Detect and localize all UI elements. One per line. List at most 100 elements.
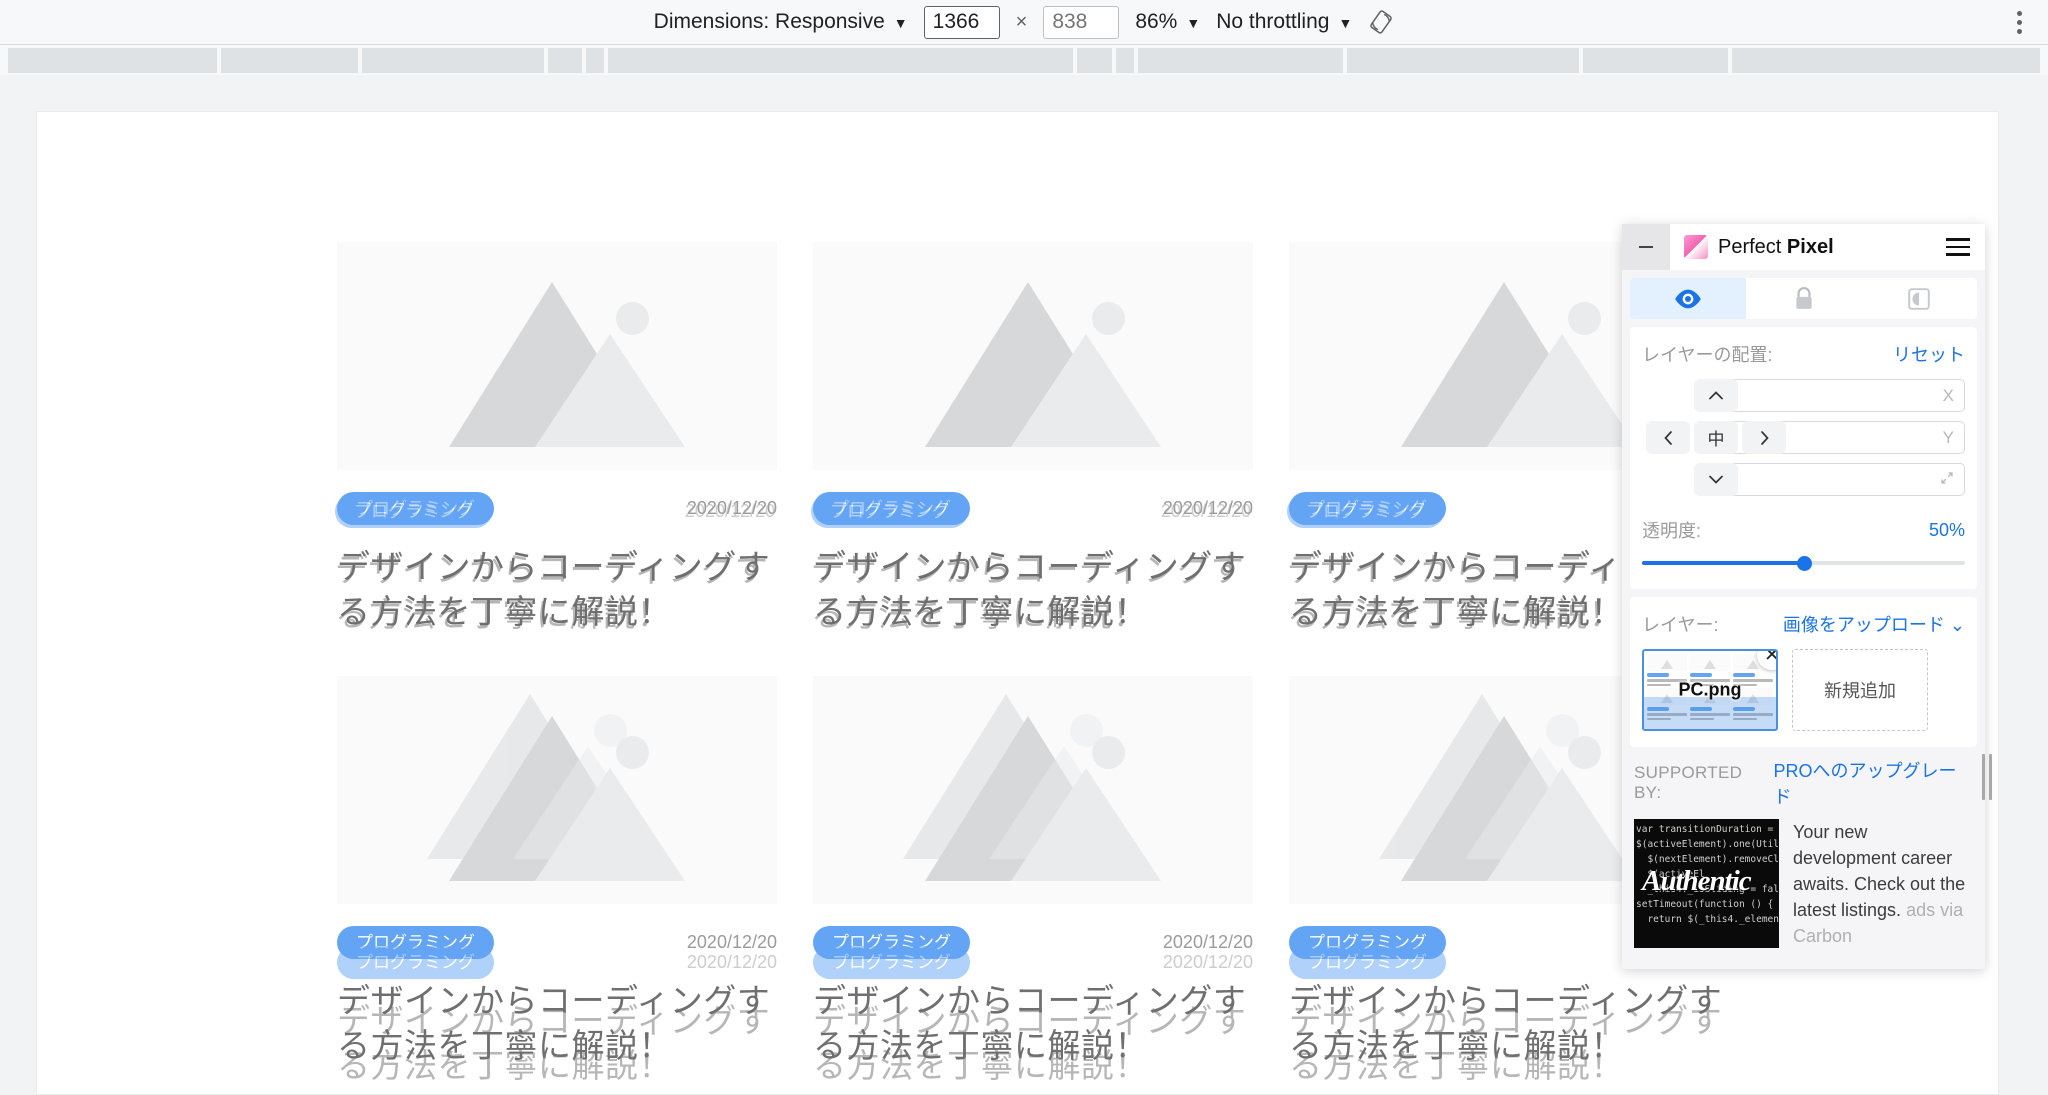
zoom-label: 86%	[1135, 10, 1178, 33]
device-viewport: プログラミング 2020/12/20 デザインからコーディングする方法を丁寧に解…	[0, 78, 2048, 1095]
card-title[interactable]: デザインからコーディングする方法を丁寧に解説！	[813, 545, 1253, 634]
panel-resize-grip[interactable]	[1982, 754, 1992, 800]
card-title[interactable]: デザインからコーディングする方法を丁寧に解説！	[337, 545, 777, 634]
panel-title-light: Perfect	[1718, 235, 1787, 258]
publish-date: 2020/12/20	[686, 498, 777, 518]
panel-tabs	[1630, 278, 1977, 319]
publish-date: 2020/12/20	[1162, 498, 1253, 518]
upload-image-button[interactable]: 画像をアップロード ⌄	[1783, 611, 1965, 637]
card-thumbnail	[337, 242, 777, 470]
throttling-dropdown[interactable]: No throttling ▼	[1216, 10, 1352, 34]
more-vertical-icon[interactable]	[2011, 5, 2028, 40]
category-tag[interactable]: プログラミング	[337, 926, 494, 960]
category-tag[interactable]: プログラミング	[813, 926, 970, 960]
sun-icon	[1568, 302, 1601, 335]
move-down-button[interactable]	[1694, 463, 1738, 496]
sun-icon	[1568, 736, 1601, 770]
layers-list: PC.png ✕ 新規追加	[1642, 649, 1965, 731]
upgrade-pro-link[interactable]: PROへのアップグレード	[1774, 757, 1973, 809]
category-tag[interactable]: プログラミング	[337, 492, 494, 525]
panel-title: Perfect Pixel	[1718, 236, 1834, 259]
sun-icon	[1092, 302, 1125, 335]
hamburger-menu-icon[interactable]	[1937, 238, 1985, 256]
category-tag[interactable]: プログラミング	[1289, 492, 1446, 525]
x-label: X	[1942, 385, 1954, 405]
move-left-button[interactable]	[1646, 421, 1690, 454]
article-card[interactable]: プログラミング 2020/12/20 デザインからコーディングする方法を丁寧に解…	[337, 676, 777, 1084]
tab-visibility[interactable]	[1630, 278, 1746, 319]
card-thumbnail	[813, 676, 1253, 905]
ruler-segment	[8, 48, 217, 73]
viewport-width-input[interactable]	[923, 5, 1000, 39]
reset-button[interactable]: リセット	[1893, 341, 1965, 367]
chevron-down-icon: ⌄	[1949, 615, 1965, 635]
mountain-small-icon	[1487, 334, 1637, 447]
ruler-segment	[586, 48, 604, 73]
mountain-small-icon	[535, 334, 685, 447]
layer-item[interactable]: PC.png ✕	[1642, 649, 1778, 731]
opacity-label: 透明度:	[1642, 521, 1702, 541]
add-layer-button[interactable]: 新規追加	[1792, 649, 1928, 731]
ruler-segment	[1583, 48, 1728, 73]
code-line: $(nextElement).removeClass	[1647, 854, 1779, 865]
throttling-label: No throttling	[1216, 10, 1330, 33]
ruler-segment	[608, 48, 1073, 73]
zoom-dropdown[interactable]: 86% ▼	[1135, 10, 1200, 34]
card-meta: プログラミング 2020/12/20	[813, 492, 1253, 525]
category-tag[interactable]: プログラミング	[813, 492, 970, 525]
code-line: var transitionDuration = 600	[1636, 824, 1779, 835]
eye-icon	[1674, 289, 1701, 308]
perfect-pixel-panel: Perfect Pixel レイヤーの配置: リセット 中 0 X 0 Y 1.…	[1622, 224, 1985, 970]
dimensions-dropdown[interactable]: Dimensions: Responsive ▼	[654, 10, 908, 34]
code-line: $(activeElement).one(Util.TR	[1636, 839, 1779, 850]
ruler-segment	[1347, 48, 1579, 73]
opacity-slider[interactable]	[1642, 555, 1965, 571]
dimension-separator: ×	[1015, 10, 1028, 33]
category-tag[interactable]: プログラミング	[1289, 926, 1446, 960]
scale-input[interactable]	[1708, 469, 1940, 490]
ruler-segment	[221, 48, 358, 73]
chevron-right-icon	[1760, 430, 1769, 445]
viewport-height-input[interactable]	[1043, 5, 1120, 39]
mountain-small-icon	[1487, 768, 1637, 882]
ruler-segment	[362, 48, 544, 73]
slider-fill	[1642, 561, 1804, 565]
card-title[interactable]: デザインからコーディングする方法を丁寧に解説！	[337, 979, 777, 1068]
card-meta: プログラミング 2020/12/20	[337, 926, 777, 960]
sun-icon	[616, 736, 649, 770]
placement-header: レイヤーの配置: リセット	[1642, 341, 1965, 367]
tab-invert[interactable]	[1861, 278, 1977, 319]
panel-brand: Perfect Pixel	[1670, 235, 1937, 259]
card-title[interactable]: デザインからコーディングする方法を丁寧に解説！	[813, 979, 1253, 1068]
supported-by-label: SUPPORTED BY:	[1634, 763, 1743, 802]
ruler-segment	[1077, 48, 1112, 73]
sponsor-image[interactable]: var transitionDuration = 600 $(activeEle…	[1634, 819, 1779, 948]
x-offset-input[interactable]	[1708, 385, 1943, 406]
publish-date: 2020/12/20	[1162, 932, 1253, 953]
minimize-icon[interactable]	[1622, 224, 1670, 270]
rotate-device-icon[interactable]	[1368, 9, 1394, 35]
dimensions-label: Dimensions: Responsive	[653, 10, 885, 33]
sponsor-section: SUPPORTED BY: PROへのアップグレード var transitio…	[1630, 755, 1977, 961]
center-button[interactable]: 中	[1694, 421, 1738, 454]
panel-header: Perfect Pixel	[1622, 224, 1985, 270]
card-thumbnail	[813, 242, 1253, 470]
mountain-small-icon	[535, 768, 685, 882]
card-thumbnail	[337, 676, 777, 905]
move-up-button[interactable]	[1694, 379, 1738, 412]
article-card[interactable]: プログラミング 2020/12/20 デザインからコーディングする方法を丁寧に解…	[335, 242, 777, 634]
sun-icon	[616, 302, 649, 335]
slider-knob[interactable]	[1796, 556, 1812, 571]
resize-icon	[1940, 470, 1954, 490]
chevron-down-icon: ▼	[893, 15, 908, 31]
tab-lock[interactable]	[1746, 278, 1862, 319]
move-right-button[interactable]	[1742, 421, 1786, 454]
layer-placement-section: レイヤーの配置: リセット 中 0 X 0 Y 1.0 透明度: 50%	[1630, 327, 1977, 589]
card-title[interactable]: デザインからコーディングする方法を丁寧に解説！	[1289, 979, 1729, 1068]
device-toolbar-controls: Dimensions: Responsive ▼ × 86% ▼ No thro…	[0, 5, 2048, 39]
article-card[interactable]: プログラミング 2020/12/20 デザインからコーディングする方法を丁寧に解…	[811, 242, 1253, 634]
code-line: setTimeout(function () {	[1636, 899, 1774, 910]
article-card[interactable]: プログラミング 2020/12/20 デザインからコーディングする方法を丁寧に解…	[813, 676, 1253, 1084]
rendered-page: プログラミング 2020/12/20 デザインからコーディングする方法を丁寧に解…	[36, 111, 1999, 1095]
device-toolbar: Dimensions: Responsive ▼ × 86% ▼ No thro…	[0, 0, 2048, 45]
